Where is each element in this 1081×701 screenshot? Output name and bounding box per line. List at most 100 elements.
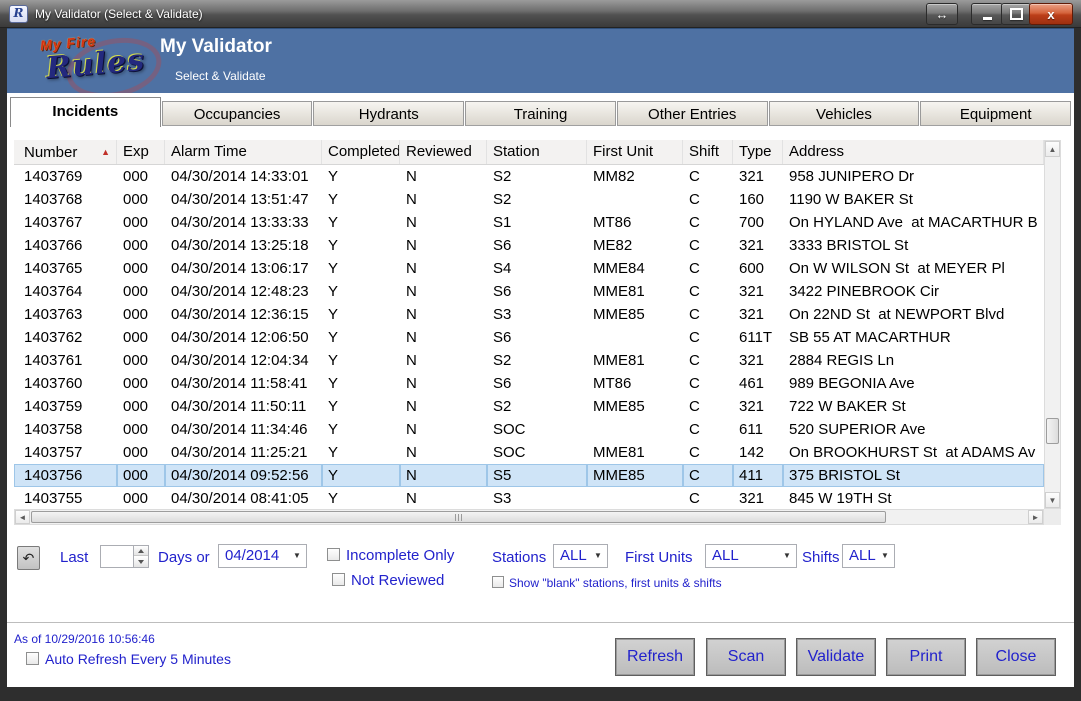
cell-number: 1403768 <box>14 188 117 211</box>
cell-shift: C <box>683 188 733 211</box>
cell-exp: 000 <box>117 349 165 372</box>
scroll-left-button[interactable]: ◄ <box>15 510 30 524</box>
cell-reviewed: N <box>400 257 487 280</box>
column-header-first-unit[interactable]: First Unit <box>587 140 683 164</box>
vertical-scrollbar-thumb[interactable] <box>1046 418 1059 444</box>
cell-address: 989 BEGONIA Ave <box>783 372 1044 395</box>
reset-filters-button[interactable]: ↶ <box>17 546 40 570</box>
days-or-label: Days or <box>158 549 210 566</box>
table-row[interactable]: 140376100004/30/2014 12:04:34YNS2MME81C3… <box>14 349 1044 372</box>
horizontal-scrollbar[interactable]: ◄ ► <box>14 509 1044 525</box>
cell-shift: C <box>683 372 733 395</box>
column-header-address[interactable]: Address <box>783 140 1044 164</box>
validate-button[interactable]: Validate <box>796 638 876 676</box>
as-of-timestamp: As of 10/29/2016 10:56:46 <box>14 632 155 646</box>
cell-address: 2884 REGIS Ln <box>783 349 1044 372</box>
table-row[interactable]: 140376900004/30/2014 14:33:01YNS2MM82C32… <box>14 165 1044 188</box>
table-row[interactable]: 140376700004/30/2014 13:33:33YNS1MT86C70… <box>14 211 1044 234</box>
tab-equipment[interactable]: Equipment <box>920 101 1071 126</box>
print-button[interactable]: Print <box>886 638 966 676</box>
cell-alarm-time: 04/30/2014 11:50:11 <box>165 395 322 418</box>
table-row[interactable]: 140376200004/30/2014 12:06:50YNS6C611TSB… <box>14 326 1044 349</box>
cell-completed: Y <box>322 303 400 326</box>
chevron-down-icon: ▼ <box>591 545 605 567</box>
horizontal-scrollbar-thumb[interactable] <box>31 511 886 523</box>
tab-hydrants[interactable]: Hydrants <box>313 101 464 126</box>
chevron-down-icon: ▼ <box>290 545 304 567</box>
spinner-buttons <box>133 546 148 567</box>
table-row[interactable]: 140376600004/30/2014 13:25:18YNS6ME82C32… <box>14 234 1044 257</box>
spinner-up-icon <box>138 549 144 553</box>
cell-station: S6 <box>487 372 587 395</box>
table-row[interactable]: 140375900004/30/2014 11:50:11YNS2MME85C3… <box>14 395 1044 418</box>
cell-completed: Y <box>322 441 400 464</box>
resize-window-button[interactable]: ↔ <box>926 3 958 25</box>
table-row[interactable]: 140375700004/30/2014 11:25:21YNSOCMME81C… <box>14 441 1044 464</box>
cell-reviewed: N <box>400 441 487 464</box>
close-button[interactable]: Close <box>976 638 1056 676</box>
cell-type: 321 <box>733 234 783 257</box>
table-row[interactable]: 140376800004/30/2014 13:51:47YNS2C160119… <box>14 188 1044 211</box>
column-header-station[interactable]: Station <box>487 140 587 164</box>
cell-number: 1403760 <box>14 372 117 395</box>
cell-exp: 000 <box>117 441 165 464</box>
column-header-completed[interactable]: Completed <box>322 140 400 164</box>
auto-refresh-checkbox[interactable] <box>26 652 39 665</box>
cell-type: 321 <box>733 487 783 510</box>
table-row[interactable]: 140375500004/30/2014 08:41:05YNS3C321845… <box>14 487 1044 510</box>
bottom-panel: As of 10/29/2016 10:56:46 Auto Refresh E… <box>7 622 1074 687</box>
days-input[interactable] <box>101 546 133 567</box>
scan-button[interactable]: Scan <box>706 638 786 676</box>
cell-station: SOC <box>487 418 587 441</box>
scrollbar-corner <box>1044 509 1061 525</box>
table-row[interactable]: 140376400004/30/2014 12:48:23YNS6MME81C3… <box>14 280 1044 303</box>
not-reviewed-checkbox[interactable] <box>332 573 345 586</box>
column-header-number[interactable]: Number ▲ <box>14 140 117 164</box>
cell-type: 321 <box>733 165 783 188</box>
column-header-exp[interactable]: Exp <box>117 140 165 164</box>
scrollbar-grip-icon <box>455 514 463 521</box>
month-dropdown[interactable]: 04/2014 ▼ <box>218 544 307 568</box>
scroll-up-button[interactable]: ▲ <box>1045 141 1060 157</box>
vertical-scrollbar[interactable]: ▲ ▼ <box>1044 140 1061 509</box>
cell-shift: C <box>683 487 733 510</box>
tab-training[interactable]: Training <box>465 101 616 126</box>
refresh-button[interactable]: Refresh <box>615 638 695 676</box>
spinner-up-button[interactable] <box>134 546 148 556</box>
column-header-alarm-time[interactable]: Alarm Time <box>165 140 322 164</box>
tab-other-entries[interactable]: Other Entries <box>617 101 768 126</box>
table-row[interactable]: 140376000004/30/2014 11:58:41YNS6MT86C46… <box>14 372 1044 395</box>
cell-completed: Y <box>322 188 400 211</box>
column-header-shift[interactable]: Shift <box>683 140 733 164</box>
undo-icon: ↶ <box>23 550 35 566</box>
tab-occupancies[interactable]: Occupancies <box>162 101 313 126</box>
cell-completed: Y <box>322 487 400 510</box>
column-header-reviewed[interactable]: Reviewed <box>400 140 487 164</box>
shifts-dropdown[interactable]: ALL ▼ <box>842 544 895 568</box>
page-subtitle: Select & Validate <box>175 69 266 83</box>
cell-shift: C <box>683 280 733 303</box>
title-bar: R My Validator (Select & Validate) ↔ x <box>0 0 1081 28</box>
cell-shift: C <box>683 418 733 441</box>
incomplete-only-checkbox[interactable] <box>327 548 340 561</box>
spinner-down-button[interactable] <box>134 557 148 567</box>
cell-reviewed: N <box>400 234 487 257</box>
scroll-down-button[interactable]: ▼ <box>1045 492 1060 508</box>
table-row[interactable]: 140375800004/30/2014 11:34:46YNSOCC61152… <box>14 418 1044 441</box>
table-row[interactable]: 140375600004/30/2014 09:52:56YNS5MME85C4… <box>14 464 1044 487</box>
tab-incidents[interactable]: Incidents <box>10 97 161 127</box>
maximize-button[interactable] <box>1001 3 1031 25</box>
cell-shift: C <box>683 303 733 326</box>
show-blank-checkbox[interactable] <box>492 576 504 588</box>
table-row[interactable]: 140376300004/30/2014 12:36:15YNS3MME85C3… <box>14 303 1044 326</box>
first-units-dropdown[interactable]: ALL ▼ <box>705 544 797 568</box>
scroll-right-button[interactable]: ► <box>1028 510 1043 524</box>
cell-alarm-time: 04/30/2014 11:34:46 <box>165 418 322 441</box>
table-row[interactable]: 140376500004/30/2014 13:06:17YNS4MME84C6… <box>14 257 1044 280</box>
stations-dropdown[interactable]: ALL ▼ <box>553 544 608 568</box>
cell-type: 411 <box>733 464 783 487</box>
minimize-button[interactable] <box>971 3 1003 25</box>
close-window-button[interactable]: x <box>1029 3 1073 25</box>
column-header-type[interactable]: Type <box>733 140 783 164</box>
tab-vehicles[interactable]: Vehicles <box>769 101 920 126</box>
